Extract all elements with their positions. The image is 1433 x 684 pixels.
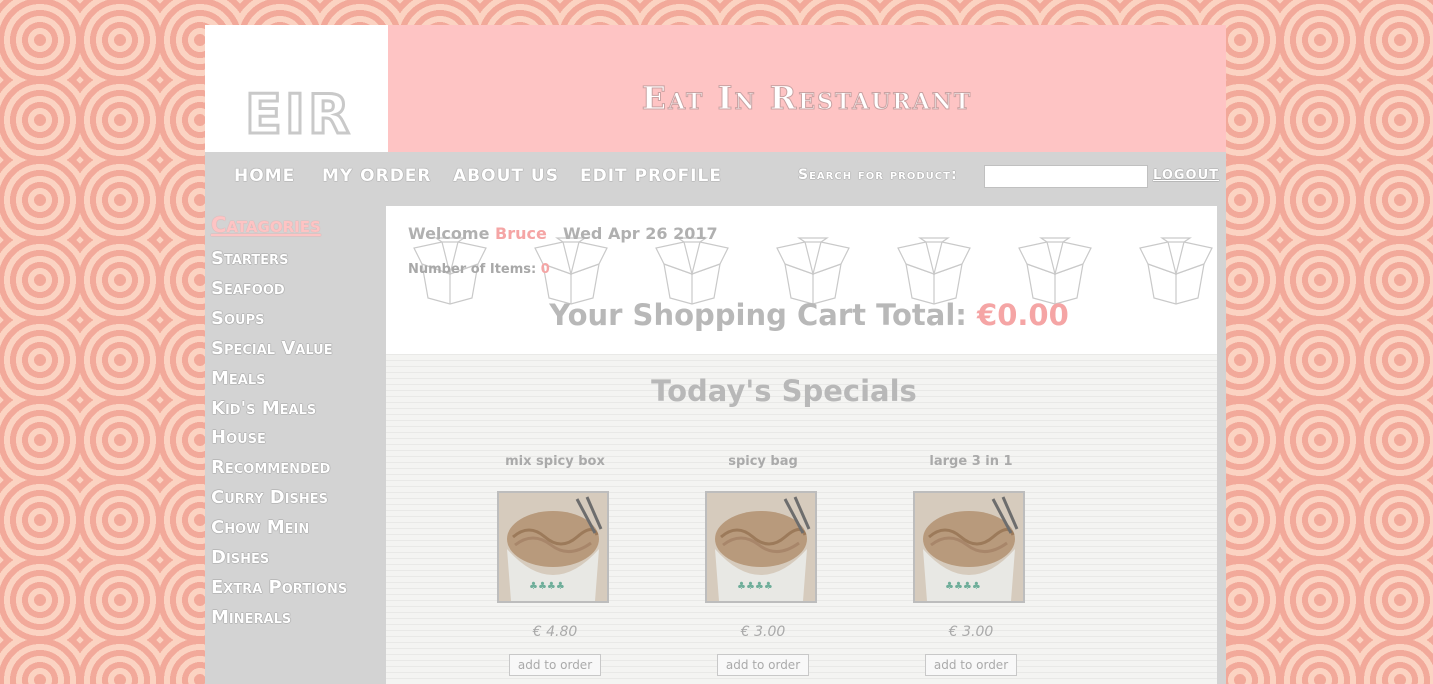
main-content: Welcome Bruce Wed Apr 26 2017 Number of … [386,206,1217,684]
takeout-box-icon [1018,237,1092,305]
welcome-label: Welcome [408,224,490,243]
welcome-message: Welcome Bruce [408,224,547,243]
logo-box[interactable]: EIR [205,25,388,152]
product-card: large 3 in 1 ♣♣♣♣ € 3.00 add to order [901,454,1041,676]
item-count: Number of Items: 0 [408,262,550,277]
nav-about-us[interactable]: About Us [453,166,559,186]
sidebar-item-dishes[interactable]: Dishes [211,543,383,573]
svg-text:♣♣♣♣: ♣♣♣♣ [737,581,773,592]
sidebar-item-special-value[interactable]: Special Value [211,334,383,364]
sidebar-item-minerals[interactable]: Minerals [211,603,383,633]
sidebar-item-recommended[interactable]: Recommended [211,453,383,483]
svg-text:♣♣♣♣: ♣♣♣♣ [529,581,565,592]
page-container: EIR Eat In Restaurant Home My Order Abou… [205,25,1226,684]
nav-edit-profile[interactable]: Edit Profile [580,166,722,186]
sidebar-item-curry-dishes[interactable]: Curry Dishes [211,483,383,513]
takeout-box-icon [776,237,850,305]
sidebar-item-seafood[interactable]: Seafood [211,274,383,304]
product-name: large 3 in 1 [929,454,1013,469]
sidebar-item-kids-meals[interactable]: Kid's Meals [211,394,383,424]
logo: EIR [244,82,353,148]
product-name: mix spicy box [505,454,605,469]
product-card: mix spicy box ♣♣♣♣ € 4.80 add to order [485,454,625,676]
product-price: € 4.80 [532,624,578,640]
takeout-box-icon [897,237,971,305]
product-image[interactable]: ♣♣♣♣ [705,491,817,603]
noodle-bowl-image: ♣♣♣♣ [499,493,607,601]
user-name: Bruce [495,224,547,243]
nav-bar: Home My Order About Us Edit Profile Sear… [205,152,1226,202]
sidebar-item-house[interactable]: House [211,423,383,453]
product-name: spicy bag [728,454,798,469]
cart-panel: Welcome Bruce Wed Apr 26 2017 Number of … [386,206,1217,354]
nav-my-order[interactable]: My Order [322,166,432,186]
item-count-value: 0 [540,262,550,277]
noodle-bowl-image: ♣♣♣♣ [707,493,815,601]
product-price: € 3.00 [948,624,994,640]
product-image[interactable]: ♣♣♣♣ [913,491,1025,603]
add-to-order-button[interactable]: add to order [509,654,601,676]
current-date: Wed Apr 26 2017 [563,224,718,243]
sidebar-heading: Catagories [211,213,321,237]
sidebar-item-starters[interactable]: Starters [211,244,383,274]
header-banner: Eat In Restaurant [388,25,1226,152]
takeout-box-icon [1139,237,1213,305]
sidebar-item-meals[interactable]: Meals [211,364,383,394]
cart-total-label: Your Shopping Cart Total: [549,298,967,332]
logout-link[interactable]: Logout [1153,168,1219,183]
takeout-box-icon [655,237,729,305]
search-label: Search for product: [798,167,958,183]
add-to-order-button[interactable]: add to order [925,654,1017,676]
search-input[interactable] [984,165,1148,188]
product-card: spicy bag ♣♣♣♣ € 3.00 add to order [693,454,833,676]
item-count-label: Number of Items: [408,262,537,277]
noodle-bowl-image: ♣♣♣♣ [915,493,1023,601]
cart-total: Your Shopping Cart Total: €0.00 [386,298,1232,332]
sidebar-item-chow-mein[interactable]: Chow Mein [211,513,383,543]
specials-title: Today's Specials [651,374,917,408]
nav-home[interactable]: Home [234,166,295,186]
site-title: Eat In Restaurant [641,79,973,118]
add-to-order-button[interactable]: add to order [717,654,809,676]
specials-section: Today's Specials mix spicy box ♣♣♣♣ € 4.… [386,354,1217,684]
product-price: € 3.00 [740,624,786,640]
cart-total-amount: €0.00 [977,298,1069,332]
svg-text:♣♣♣♣: ♣♣♣♣ [945,581,981,592]
product-image[interactable]: ♣♣♣♣ [497,491,609,603]
sidebar-item-soups[interactable]: Soups [211,304,383,334]
sidebar-item-extra-portions[interactable]: Extra Portions [211,573,383,603]
category-list: Starters Seafood Soups Special Value Mea… [211,244,383,633]
sidebar: Catagories Starters Seafood Soups Specia… [205,206,385,684]
